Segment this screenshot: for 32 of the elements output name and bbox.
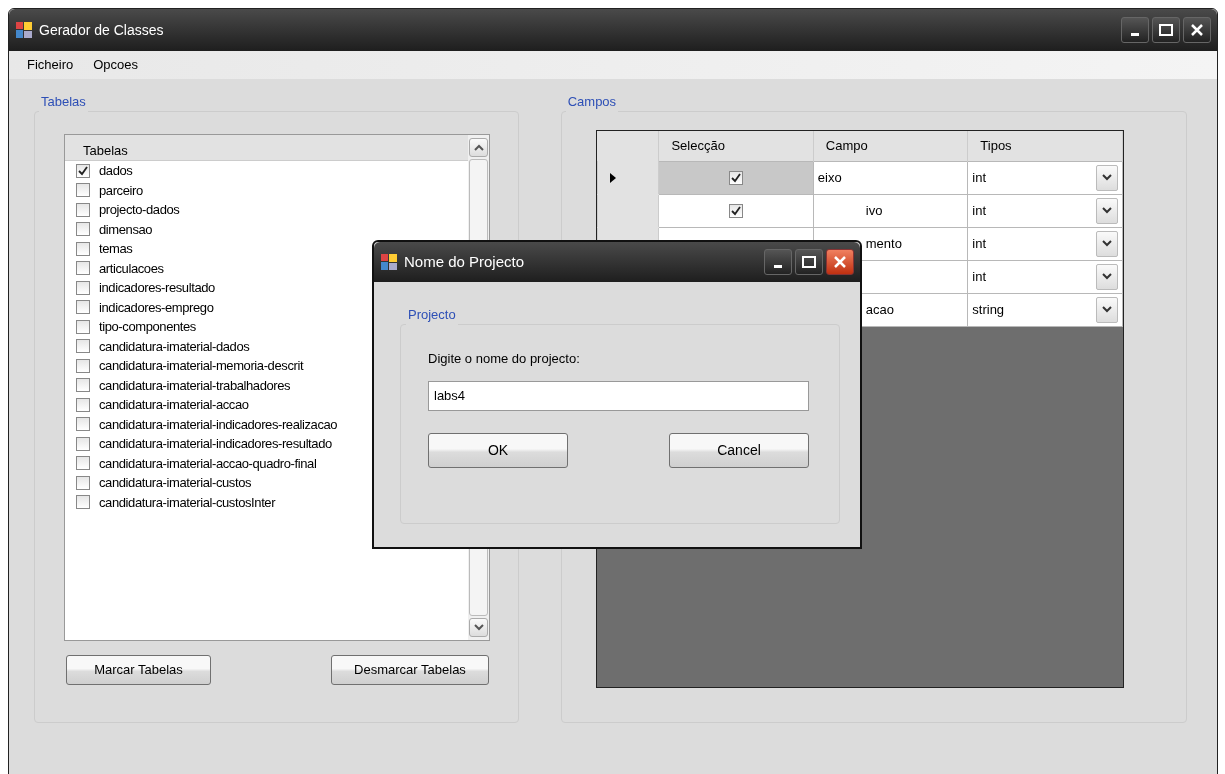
item-label: candidatura-imaterial-indicadores-realizacao	[99, 415, 338, 434]
item-label: tipo-componentes	[99, 318, 196, 336]
item-label: dimensao	[99, 220, 153, 239]
dialog-title: Nome do Projecto	[404, 251, 525, 272]
prompt-label: Digite o nome do projecto:	[428, 350, 581, 368]
item-label: candidatura-imaterial-indicadores-resultado	[99, 435, 332, 453]
item-label: parceiro	[99, 181, 143, 200]
item-label: candidatura-imaterial-trabalhadores	[99, 376, 291, 395]
item-label: dados	[99, 162, 133, 180]
type-value: int	[972, 267, 987, 286]
table-cell: ivo	[813, 194, 968, 227]
column-header: Selecção	[658, 131, 814, 161]
item-label: candidatura-imaterial-custos	[99, 474, 252, 492]
type-value: int	[972, 168, 987, 187]
item-label: candidatura-imaterial-dados	[99, 337, 250, 356]
item-label: projecto-dados	[99, 201, 180, 219]
type-value: string	[972, 300, 1005, 319]
window-title: Gerador de Classes	[39, 20, 164, 40]
item-label: temas	[99, 240, 133, 258]
item-label: indicadores-emprego	[99, 298, 214, 317]
column-header: Campo	[813, 131, 968, 161]
item-label: candidatura-imaterial-memoria-descrit	[99, 357, 304, 375]
column-header: Tipos	[967, 131, 1123, 161]
item-label: candidatura-imaterial-accao	[99, 396, 249, 414]
item-label: indicadores-resultado	[99, 279, 215, 297]
item-label: candidatura-imaterial-accao-quadro-final	[99, 454, 317, 473]
item-label: candidatura-imaterial-custosInter	[99, 493, 276, 512]
table-cell: eixo	[813, 161, 968, 194]
item-label: articulacoes	[99, 259, 164, 278]
type-value: int	[972, 201, 987, 220]
list-header: Tabelas	[65, 135, 468, 161]
type-value: int	[972, 234, 987, 253]
